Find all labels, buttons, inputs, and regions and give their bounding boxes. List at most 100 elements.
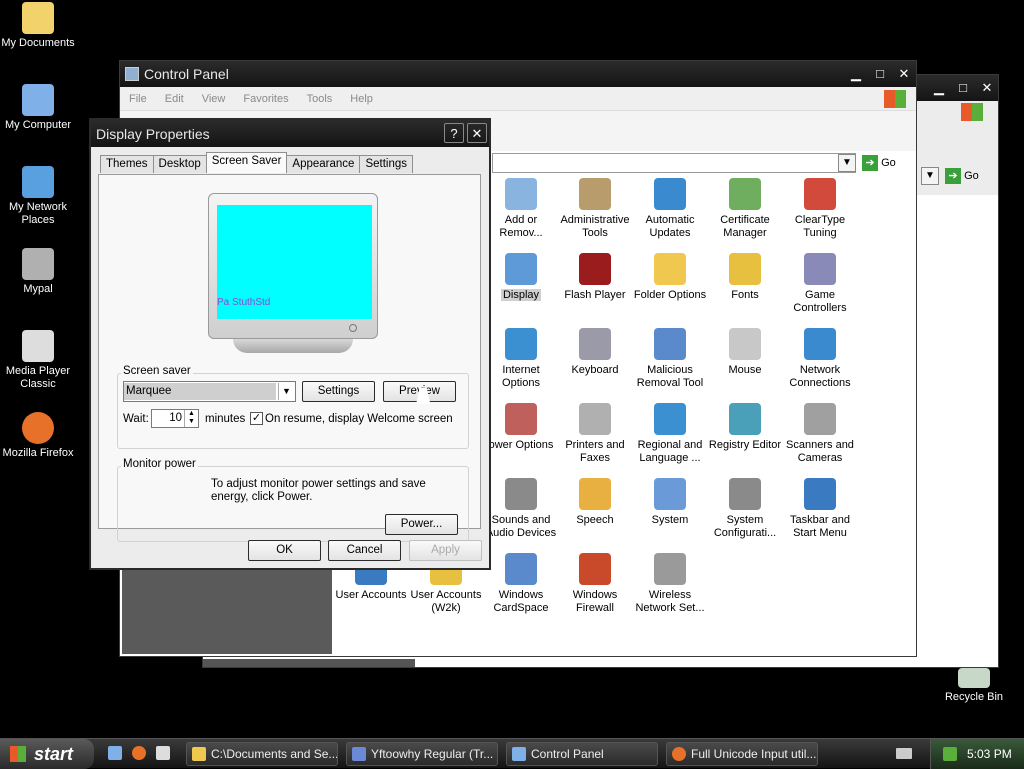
desktop-icon-label: My Documents bbox=[1, 37, 75, 49]
desktop-icon-label: My Computer bbox=[4, 119, 72, 131]
close-icon[interactable]: ✕ bbox=[977, 78, 997, 98]
cp-item-scanners-and-cameras[interactable]: Scanners and Cameras bbox=[781, 403, 859, 465]
taskbar-button-font[interactable]: Yftoowhy Regular (Tr... bbox=[346, 742, 498, 766]
cp-item-ower-options[interactable]: ower Options bbox=[482, 403, 560, 452]
maximize-icon[interactable]: □ bbox=[953, 78, 973, 98]
desktop-icon-my-network-places[interactable]: My Network Places bbox=[0, 166, 76, 227]
show-desktop-icon[interactable] bbox=[108, 746, 122, 760]
media-player-quicklaunch-icon[interactable] bbox=[156, 746, 170, 760]
cp-item-add-or-remov[interactable]: Add or Remov... bbox=[482, 178, 560, 240]
cp-item-display[interactable]: Display bbox=[482, 253, 560, 302]
mouse-icon bbox=[729, 328, 761, 360]
address-bar[interactable] bbox=[492, 153, 856, 173]
tab-themes[interactable]: Themes bbox=[100, 155, 154, 173]
desktop-icon-recycle-bin[interactable]: Recycle Bin bbox=[936, 668, 1012, 704]
dialog-titlebar[interactable]: Display Properties ? ✕ bbox=[91, 120, 489, 147]
cp-item-speech[interactable]: Speech bbox=[556, 478, 634, 527]
monitor-screen: Pa StuthStd bbox=[217, 205, 372, 319]
spinner-arrows-icon[interactable]: ▲ ▼ bbox=[184, 410, 198, 427]
cancel-button[interactable]: Cancel bbox=[328, 540, 401, 561]
cp-item-administrative-tools[interactable]: Administrative Tools bbox=[556, 178, 634, 240]
wait-spinner[interactable]: 10 ▲ ▼ bbox=[151, 409, 199, 428]
cp-item-system[interactable]: System bbox=[631, 478, 709, 527]
control-panel-icon bbox=[512, 747, 526, 761]
tab-settings[interactable]: Settings bbox=[359, 155, 414, 173]
cp-item-printers-and-faxes[interactable]: Printers and Faxes bbox=[556, 403, 634, 465]
cp-item-registry-editor[interactable]: Registry Editor bbox=[706, 403, 784, 452]
cp-item-keyboard[interactable]: Keyboard bbox=[556, 328, 634, 377]
cp-item-label: Network Connections bbox=[789, 364, 851, 389]
automatic-updates-icon bbox=[654, 178, 686, 210]
cp-item-certificate-manager[interactable]: Certificate Manager bbox=[706, 178, 784, 240]
cp-item-flash-player[interactable]: Flash Player bbox=[556, 253, 634, 302]
display-properties-dialog[interactable]: Display Properties ? ✕ Themes Desktop Sc… bbox=[89, 118, 491, 570]
minimize-icon[interactable]: ▁ bbox=[846, 64, 866, 84]
keyboard-icon bbox=[579, 328, 611, 360]
address-dropdown-icon[interactable]: ▼ bbox=[838, 154, 856, 172]
go-button[interactable]: ➔ Go bbox=[945, 167, 987, 185]
cp-item-system-configurati[interactable]: System Configurati... bbox=[706, 478, 784, 540]
taskbar-button-documents[interactable]: C:\Documents and Se... bbox=[186, 742, 338, 766]
keyboard-tray-icon[interactable] bbox=[896, 748, 912, 759]
tab-appearance[interactable]: Appearance bbox=[286, 155, 361, 173]
network-tray-icon[interactable] bbox=[943, 747, 957, 761]
cp-item-windows-firewall[interactable]: Windows Firewall bbox=[556, 553, 634, 615]
cp-item-cleartype-tuning[interactable]: ClearType Tuning bbox=[781, 178, 859, 240]
taskbar-button-firefox[interactable]: Full Unicode Input util... bbox=[666, 742, 818, 766]
chevron-down-icon[interactable]: ▼ bbox=[278, 383, 294, 400]
system-configurati-icon bbox=[729, 478, 761, 510]
desktop-icon-media-player-classic[interactable]: Media Player Classic bbox=[0, 330, 76, 391]
minimize-icon[interactable]: ▁ bbox=[929, 78, 949, 98]
taskbar-and-start-menu-icon bbox=[804, 478, 836, 510]
cp-item-game-controllers[interactable]: Game Controllers bbox=[781, 253, 859, 315]
menu-tools[interactable]: Tools bbox=[298, 93, 342, 105]
firefox-quicklaunch-icon[interactable] bbox=[132, 746, 146, 760]
settings-button[interactable]: Settings bbox=[302, 381, 375, 402]
menu-help[interactable]: Help bbox=[341, 93, 382, 105]
cp-item-internet-options[interactable]: Internet Options bbox=[482, 328, 560, 390]
screen-saver-select[interactable]: Marquee ▼ bbox=[123, 381, 296, 402]
help-button[interactable]: ? bbox=[444, 123, 464, 143]
start-button[interactable]: start bbox=[0, 739, 94, 769]
cp-item-windows-cardspace[interactable]: Windows CardSpace bbox=[482, 553, 560, 615]
power-button[interactable]: Power... bbox=[385, 514, 458, 535]
menu-file[interactable]: File bbox=[120, 93, 156, 105]
cp-item-taskbar-and-start-menu[interactable]: Taskbar and Start Menu bbox=[781, 478, 859, 540]
ok-button[interactable]: OK bbox=[248, 540, 321, 561]
go-button[interactable]: ➔ Go bbox=[862, 154, 904, 172]
task-label: C:\Documents and Se... bbox=[211, 747, 338, 761]
close-icon[interactable]: ✕ bbox=[894, 64, 914, 84]
cp-item-automatic-updates[interactable]: Automatic Updates bbox=[631, 178, 709, 240]
task-label: Full Unicode Input util... bbox=[691, 747, 817, 761]
cp-item-sounds-and-audio-devices[interactable]: Sounds and Audio Devices bbox=[482, 478, 560, 540]
desktop-icon-my-documents[interactable]: My Documents bbox=[0, 2, 76, 50]
clock[interactable]: 5:03 PM bbox=[967, 747, 1012, 761]
dialog-close-button[interactable]: ✕ bbox=[467, 123, 487, 143]
resume-checkbox[interactable]: ✓ bbox=[250, 412, 263, 425]
taskbar-button-control-panel[interactable]: Control Panel bbox=[506, 742, 658, 766]
folder-icon bbox=[192, 747, 206, 761]
scrollbar[interactable] bbox=[203, 659, 415, 667]
control-panel-titlebar[interactable]: Control Panel ▁ □ ✕ bbox=[120, 61, 916, 87]
address-dropdown-icon[interactable]: ▼ bbox=[921, 167, 939, 185]
desktop-icon-my-computer[interactable]: My Computer bbox=[0, 84, 76, 132]
cp-item-malicious-removal-tool[interactable]: Malicious Removal Tool bbox=[631, 328, 709, 390]
tab-desktop[interactable]: Desktop bbox=[152, 155, 207, 173]
apply-button[interactable]: Apply bbox=[409, 540, 482, 561]
cp-item-fonts[interactable]: Fonts bbox=[706, 253, 784, 302]
cp-item-wireless-network-set[interactable]: Wireless Network Set... bbox=[631, 553, 709, 615]
desktop-icon-mypal[interactable]: Mypal bbox=[0, 248, 76, 296]
cp-item-folder-options[interactable]: Folder Options bbox=[631, 253, 709, 302]
power-led-icon bbox=[349, 324, 357, 332]
maximize-icon[interactable]: □ bbox=[870, 64, 890, 84]
wait-value[interactable]: 10 bbox=[169, 412, 182, 424]
menu-edit[interactable]: Edit bbox=[156, 93, 193, 105]
cp-item-network-connections[interactable]: Network Connections bbox=[781, 328, 859, 390]
tab-screen-saver[interactable]: Screen Saver bbox=[205, 152, 288, 173]
desktop-icon-mozilla-firefox[interactable]: Mozilla Firefox bbox=[0, 412, 76, 460]
administrative-tools-icon bbox=[579, 178, 611, 210]
cp-item-regional-and-language[interactable]: Regional and Language ... bbox=[631, 403, 709, 465]
cp-item-mouse[interactable]: Mouse bbox=[706, 328, 784, 377]
menu-view[interactable]: View bbox=[193, 93, 235, 105]
menu-favorites[interactable]: Favorites bbox=[234, 93, 297, 105]
